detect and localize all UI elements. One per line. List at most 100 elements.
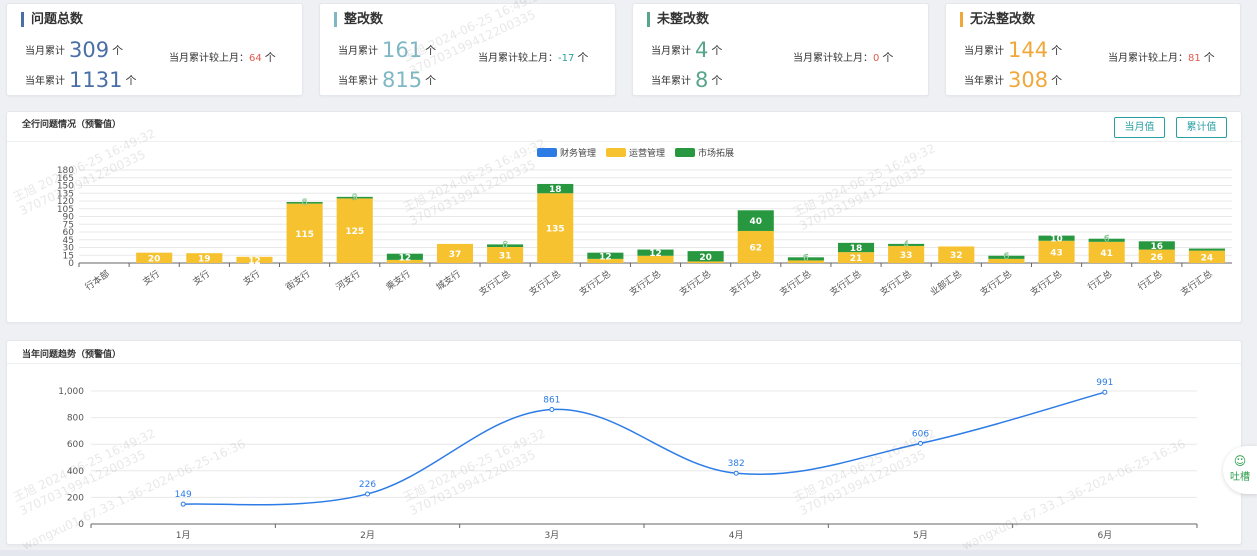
data-label: 16 [1151,242,1164,252]
data-label: 135 [546,225,565,235]
data-label: 12 [248,256,261,266]
x-tick-label: 行汇总 [1085,268,1114,293]
data-label: 12 [399,253,412,263]
kpi-compare-value: -17 [558,53,575,64]
data-label: 8 [302,198,308,208]
x-tick-label: 支行汇总 [978,268,1014,298]
kpi-month-row: 当月累计 309 个 [25,38,124,62]
data-label: 20 [148,254,161,264]
x-tick-label: 街支行 [283,268,312,293]
data-label: 4 [903,240,909,250]
y-tick-label: 800 [67,414,84,424]
kpi-card-unfixable: 无法整改数 当月累计 144 个 当年累计 308 个 当月累计较上月：81 个 [945,3,1241,96]
data-label: 32 [950,251,963,261]
data-label: 12 [649,249,662,259]
data-label: 9 [352,193,358,203]
x-tick-label: 支行汇总 [877,268,913,298]
kpi-compare-value: 0 [873,53,880,64]
x-tick-label: 支行汇总 [677,268,713,298]
kpi-card-rectified: 整改数 当月累计 161 个 当年累计 815 个 当月累计较上月：-17 个 [319,3,616,96]
data-label: 10 [1050,235,1063,245]
x-tick-label: 2月 [360,530,375,541]
kpi-compare: 当月累计较上月：-17 个 [478,51,589,64]
data-label: 43 [1050,248,1063,258]
data-label: 18 [549,185,562,195]
kpi-year-row: 当年累计 308 个 [964,68,1063,92]
x-tick-label: 支行 [140,268,162,288]
kpi-year-value: 1131 [69,68,123,92]
data-point [918,440,923,446]
data-point [549,406,555,412]
kpi-month-row: 当月累计 144 个 [964,38,1063,62]
x-tick-label: 业部汇总 [928,268,964,298]
x-tick-label: 1月 [176,530,191,541]
data-label: 6 [803,253,809,263]
data-label: 40 [749,217,762,227]
kpi-card-total: 问题总数 当月累计 309 个 当年累计 1131 个 当月累计较上月：64 个 [6,3,303,96]
annual-trend-panel: 当年问题趋势（预警值） 0 200 400 600 800 1,000 1月 2月 3月 4月 5月… [6,340,1242,545]
kpi-year-value: 308 [1008,68,1049,92]
data-label: 115 [295,230,314,240]
data-label: 861 [543,395,560,405]
kpi-compare: 当月累计较上月：64 个 [169,51,276,64]
kpi-month-row: 当月累计 161 个 [338,38,437,62]
data-label: 24 [1201,253,1214,263]
x-tick-label: 支行汇总 [627,268,663,298]
data-label: 18 [850,244,863,254]
kpi-month-value: 4 [695,38,709,62]
kpi-title: 整改数 [334,12,383,27]
x-tick-label: 4月 [729,530,744,541]
y-tick-label: 200 [67,493,84,503]
data-label: 62 [749,243,762,253]
x-tick-label: 河支行 [333,268,362,293]
x-tick-label: 5月 [913,530,928,541]
y-tick-label: 1,000 [58,387,84,397]
kpi-month-row: 当月累计 4 个 [651,38,723,62]
x-tick-label: 行汇总 [1136,268,1165,293]
data-point [733,470,739,476]
data-point [365,491,370,497]
kpi-card-unrectified: 未整改数 当月累计 4 个 当年累计 8 个 当月累计较上月：0 个 [632,3,929,96]
x-tick-label: 支行汇总 [827,268,863,298]
data-label: 226 [359,480,376,490]
data-label: 6 [1104,235,1110,245]
bottom-scrollbar[interactable] [0,550,1257,556]
kpi-year-row: 当年累计 1131 个 [25,68,137,92]
y-tick-label: 400 [67,467,84,477]
x-tick-label: 行本部 [83,268,112,293]
chat-bubble-icon: ☺ [1233,454,1247,468]
data-label: 606 [912,429,929,439]
kpi-month-value: 161 [382,38,423,62]
y-tick-label: 0 [78,520,84,530]
bank-issues-panel: 全行问题情况（预警值） 当月值 累计值 财务管理 运营管理 市场拓展 0 15 30… [6,111,1242,323]
data-label: 19 [198,255,211,265]
x-tick-label: 支行 [190,268,212,288]
x-tick-label: 支行 [241,268,263,288]
kpi-title: 无法整改数 [960,12,1035,27]
kpi-title: 未整改数 [647,12,709,27]
data-label: 37 [449,250,462,260]
x-tick-label: 6月 [1097,530,1112,541]
data-label: 125 [345,227,364,237]
y-tick-label: 600 [67,440,84,450]
x-tick-label: 支行汇总 [476,268,512,298]
data-label: 31 [499,251,512,261]
x-tick-label: 支行汇总 [577,268,613,298]
kpi-year-row: 当年累计 8 个 [651,68,723,92]
x-tick-label: 城支行 [434,268,463,293]
kpi-compare: 当月累计较上月：0 个 [793,51,894,64]
kpi-year-value: 8 [695,68,709,92]
data-label: 12 [599,252,612,262]
y-tick-label: 180 [57,166,74,176]
annual-trend-line-chart: 0 200 400 600 800 1,000 1月 2月 3月 4月 5月 6月 149 226 861 3… [58,378,1198,541]
data-point [180,501,186,507]
trend-line [183,391,1106,506]
kpi-compare-value: 64 [249,53,262,64]
data-label: 26 [1151,253,1164,263]
x-tick-label: 乘支行 [384,268,413,293]
data-label: 21 [850,254,863,264]
x-tick-label: 支行汇总 [527,268,563,298]
x-tick-label: 支行汇总 [777,268,813,298]
data-label: 33 [900,251,913,261]
kpi-compare: 当月累计较上月：81 个 [1108,51,1215,64]
